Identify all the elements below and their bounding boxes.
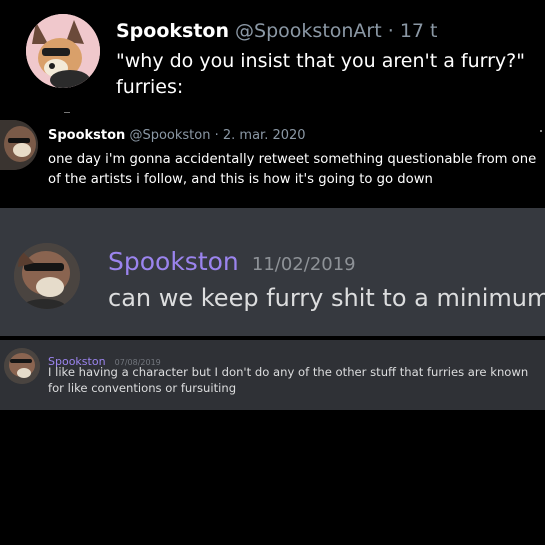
message-text: I like having a character but I don't do… [48, 365, 529, 395]
tweet-text: "why do you insist that you aren't a fur… [116, 48, 536, 100]
tweet-header: Spookston @SpookstonArt · 17 t [116, 20, 438, 42]
more-options-icon[interactable] [540, 130, 542, 132]
divider-mark [64, 112, 70, 113]
tweet-author-name[interactable]: Spookston [48, 128, 125, 143]
avatar[interactable] [26, 14, 100, 88]
tweet-author-handle[interactable]: @Spookston [129, 128, 210, 143]
furry-avatar-icon [26, 14, 100, 88]
furry-avatar-icon [4, 348, 40, 384]
tweet-text-line: "why do you insist that you aren't a fur… [116, 50, 525, 72]
tweet-header: Spookston @Spookston · 2. mar. 2020 [48, 128, 306, 143]
tweet-time[interactable]: · 17 t [382, 20, 438, 42]
tweet-author-name[interactable]: Spookston [116, 20, 229, 42]
message-author-name[interactable]: Spookston [108, 247, 239, 276]
avatar[interactable] [14, 243, 80, 309]
tweet-time[interactable]: · 2. mar. 2020 [210, 128, 306, 143]
tweet-text: one day i'm gonna accidentally retweet s… [48, 152, 537, 187]
message-text: can we keep furry shit to a minimum [108, 284, 545, 312]
tweet-text-line: furries: [116, 76, 184, 98]
tweet-author-handle[interactable]: @SpookstonArt [235, 20, 382, 42]
message-timestamp: 11/02/2019 [251, 254, 356, 275]
furry-avatar-icon [14, 243, 80, 309]
message-header: Spookston 11/02/2019 [108, 247, 356, 276]
avatar[interactable] [4, 348, 40, 384]
